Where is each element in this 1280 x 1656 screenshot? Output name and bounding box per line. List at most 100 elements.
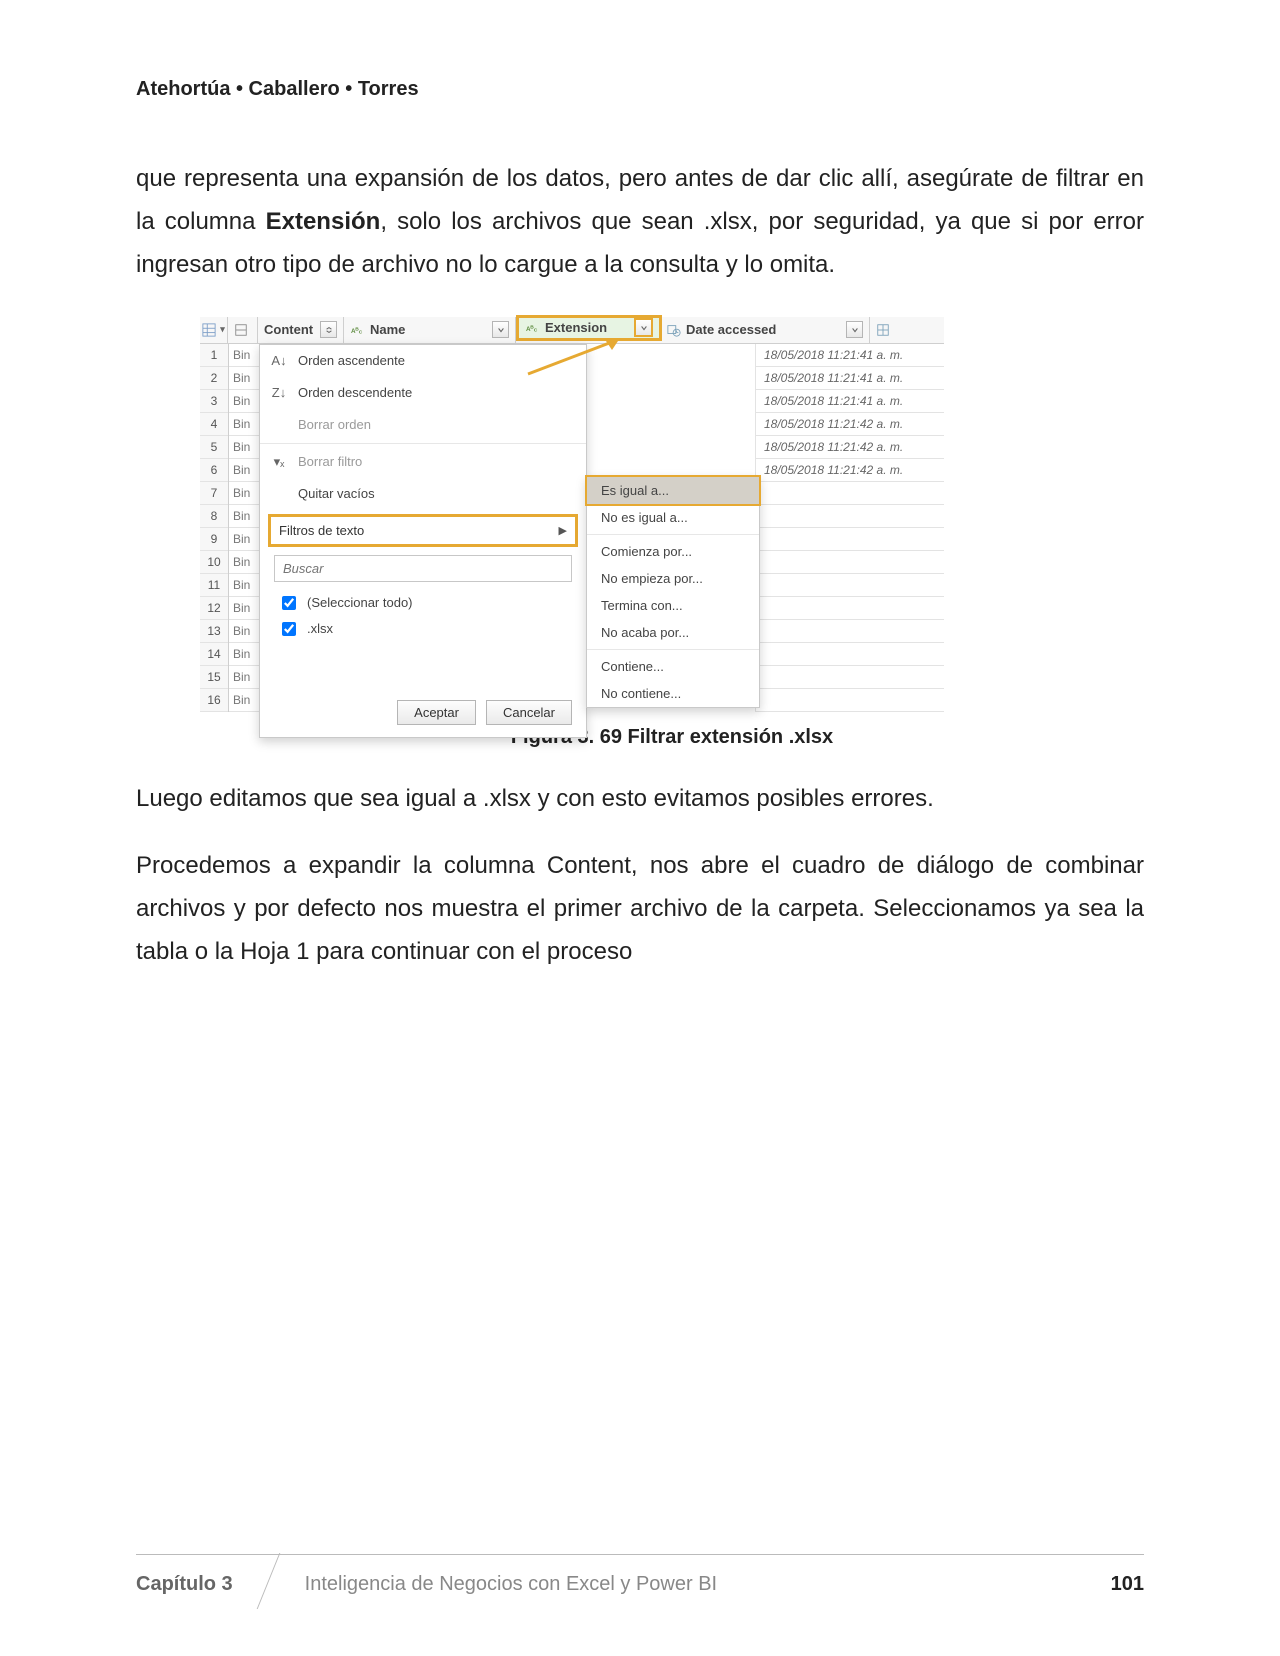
date-cell: 18/05/2018 11:21:41 a. m. xyxy=(755,367,944,390)
date-cell: 18/05/2018 11:21:42 a. m. xyxy=(755,436,944,459)
submenu-arrow-icon: ▶ xyxy=(559,524,567,537)
binary-cell: Bin xyxy=(229,459,263,482)
filter-begins-with[interactable]: Comienza por... xyxy=(587,538,759,565)
text-filters[interactable]: Filtros de texto ▶ xyxy=(268,514,578,547)
filter-not-ends-with[interactable]: No acaba por... xyxy=(587,619,759,646)
checkbox[interactable] xyxy=(282,622,296,636)
sort-asc-label: Orden ascendente xyxy=(298,353,405,368)
check-xlsx-label: .xlsx xyxy=(307,621,333,636)
filter-not-equals[interactable]: No es igual a... xyxy=(587,504,759,531)
date-cell xyxy=(755,643,944,666)
date-cell xyxy=(755,574,944,597)
row-number: 1 xyxy=(200,344,228,367)
binary-cell: Bin xyxy=(229,413,263,436)
chevron-down-icon[interactable] xyxy=(492,321,509,338)
remove-empty-label: Quitar vacíos xyxy=(298,486,375,501)
binary-cell: Bin xyxy=(229,574,263,597)
date-cell: 18/05/2018 11:21:41 a. m. xyxy=(755,344,944,367)
filter-values: (Seleccionar todo) .xlsx xyxy=(278,590,572,642)
cancel-button[interactable]: Cancelar xyxy=(486,700,572,725)
chevron-down-icon[interactable] xyxy=(634,318,653,337)
binary-cell: Bin xyxy=(229,620,263,643)
chevron-down-icon[interactable] xyxy=(846,321,863,338)
power-query-grid: ▾ Content ABC Name ABC Extension xyxy=(200,317,944,712)
remove-empty[interactable]: Quitar vacíos xyxy=(260,478,586,510)
col-extension[interactable]: ABC Extension xyxy=(516,315,662,341)
figure-screenshot: ▾ Content ABC Name ABC Extension xyxy=(200,317,1144,749)
filter-equals[interactable]: Es igual a... xyxy=(585,475,761,506)
expand-icon[interactable] xyxy=(320,321,337,338)
para1-bold: Extensión xyxy=(266,208,381,235)
svg-text:C: C xyxy=(534,327,538,333)
filter-not-begins-with[interactable]: No empieza por... xyxy=(587,565,759,592)
filter-dropdown: A↓ Orden ascendente Z↓ Orden descendente… xyxy=(259,344,587,738)
row-number: 15 xyxy=(200,666,228,689)
text-filter-submenu: Es igual a... No es igual a... Comienza … xyxy=(586,476,760,708)
row-number: 10 xyxy=(200,551,228,574)
binary-cell: Bin xyxy=(229,367,263,390)
check-select-all-label: (Seleccionar todo) xyxy=(307,595,413,610)
col-date[interactable]: Date accessed xyxy=(660,317,870,343)
binary-cell: Bin xyxy=(229,643,263,666)
authors-line: Atehortúa • Caballero • Torres xyxy=(136,78,1144,101)
clear-filter: ▾ₓ Borrar filtro xyxy=(260,446,586,478)
row-number: 9 xyxy=(200,528,228,551)
date-cell: 18/05/2018 11:21:42 a. m. xyxy=(755,413,944,436)
filter-ends-with[interactable]: Termina con... xyxy=(587,592,759,619)
date-column: 18/05/2018 11:21:41 a. m.18/05/2018 11:2… xyxy=(755,344,944,712)
grid-header: ▾ Content ABC Name ABC Extension xyxy=(200,317,944,344)
row-number: 11 xyxy=(200,574,228,597)
binary-cell: Bin xyxy=(229,436,263,459)
filter-contains[interactable]: Contiene... xyxy=(587,653,759,680)
row-number: 7 xyxy=(200,482,228,505)
separator xyxy=(587,649,759,650)
col-content[interactable]: Content xyxy=(258,317,344,343)
check-xlsx[interactable]: .xlsx xyxy=(278,616,572,642)
date-cell xyxy=(755,551,944,574)
date-cell: 18/05/2018 11:21:41 a. m. xyxy=(755,390,944,413)
col-content-label: Content xyxy=(264,322,313,337)
sort-asc[interactable]: A↓ Orden ascendente xyxy=(260,345,586,377)
row-numbers: 12345678910111213141516 xyxy=(200,344,229,712)
row-number: 3 xyxy=(200,390,228,413)
expand-column-icon[interactable] xyxy=(870,317,900,343)
row-number: 8 xyxy=(200,505,228,528)
separator xyxy=(260,443,586,444)
sort-desc-icon: Z↓ xyxy=(270,385,288,400)
clear-filter-icon: ▾ₓ xyxy=(270,454,288,470)
sort-desc-label: Orden descendente xyxy=(298,385,412,400)
row-number: 12 xyxy=(200,597,228,620)
row-number: 14 xyxy=(200,643,228,666)
separator xyxy=(587,534,759,535)
table-icon[interactable]: ▾ xyxy=(200,317,228,343)
filter-not-contains[interactable]: No contiene... xyxy=(587,680,759,707)
col-name-label: Name xyxy=(370,322,405,337)
date-cell xyxy=(755,620,944,643)
date-cell: 18/05/2018 11:21:42 a. m. xyxy=(755,459,944,482)
col-date-label: Date accessed xyxy=(686,322,776,337)
binary-cell: Bin xyxy=(229,528,263,551)
col-name[interactable]: ABC Name xyxy=(344,317,516,343)
footer-page: 101 xyxy=(1111,1573,1144,1596)
datetime-icon xyxy=(666,322,682,338)
row-number: 16 xyxy=(200,689,228,712)
footer-chapter: Capítulo 3 xyxy=(136,1573,269,1596)
date-cell xyxy=(755,528,944,551)
checkbox[interactable] xyxy=(282,596,296,610)
binary-icon[interactable] xyxy=(228,317,258,343)
check-select-all[interactable]: (Seleccionar todo) xyxy=(278,590,572,616)
col-extension-label: Extension xyxy=(545,320,607,335)
date-cell xyxy=(755,666,944,689)
sort-desc[interactable]: Z↓ Orden descendente xyxy=(260,377,586,409)
search-input[interactable] xyxy=(274,555,572,582)
body-paragraph-3: Procedemos a expandir la columna Content… xyxy=(136,844,1144,974)
sort-asc-icon: A↓ xyxy=(270,353,288,368)
clear-sort-label: Borrar orden xyxy=(298,417,371,432)
footer-title: Inteligencia de Negocios con Excel y Pow… xyxy=(305,1573,717,1596)
abc-icon: ABC xyxy=(525,320,541,336)
svg-text:C: C xyxy=(359,329,363,335)
ok-button[interactable]: Aceptar xyxy=(397,700,476,725)
row-number: 13 xyxy=(200,620,228,643)
row-number: 6 xyxy=(200,459,228,482)
binary-cell: Bin xyxy=(229,390,263,413)
